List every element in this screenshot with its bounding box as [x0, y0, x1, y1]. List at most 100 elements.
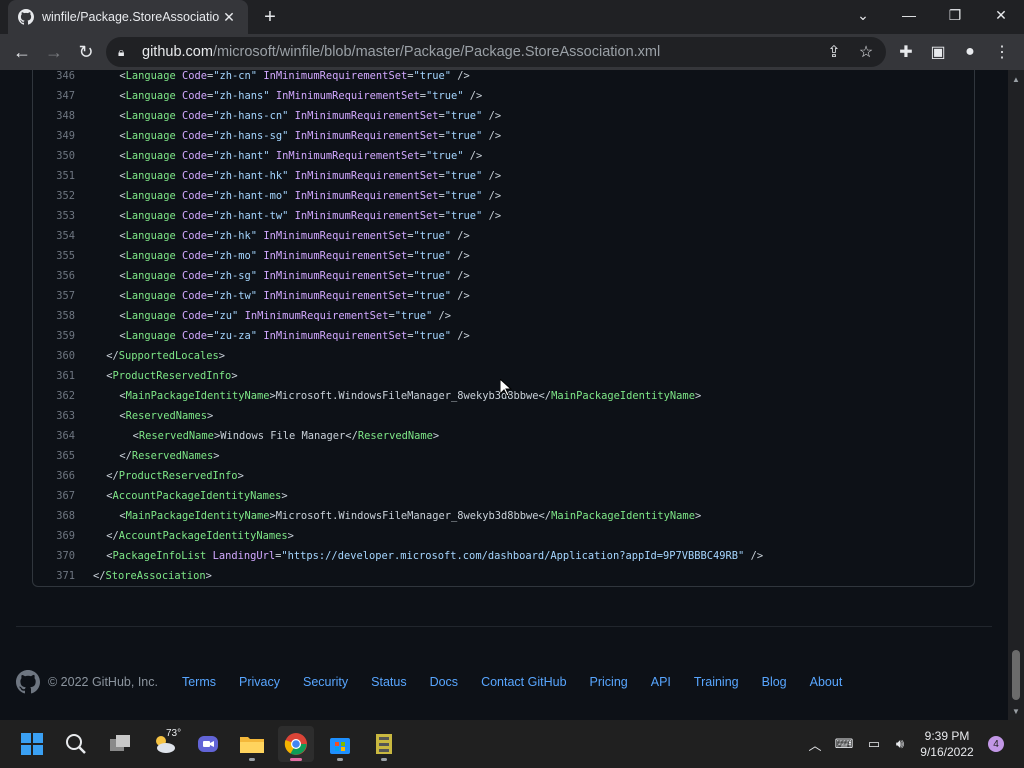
line-number[interactable]: 354 — [33, 230, 75, 242]
line-number[interactable]: 367 — [33, 490, 75, 502]
menu-kebab-icon[interactable]: ⋮ — [988, 38, 1016, 66]
line-number[interactable]: 362 — [33, 390, 75, 402]
line-number[interactable]: 350 — [33, 150, 75, 162]
code-token: "zh-cn" — [213, 70, 258, 82]
code-token: Code — [181, 190, 207, 202]
footer-link-blog[interactable]: Blog — [762, 675, 787, 689]
code-token: "zh-hant" — [213, 150, 270, 162]
scrollbar-thumb[interactable] — [1012, 650, 1020, 700]
line-number[interactable]: 347 — [33, 90, 75, 102]
line-number[interactable]: 351 — [33, 170, 75, 182]
footer-link-terms[interactable]: Terms — [182, 675, 216, 689]
new-tab-button[interactable]: + — [258, 5, 282, 29]
extensions-icon[interactable]: ✚ — [892, 38, 920, 66]
line-number[interactable]: 364 — [33, 430, 75, 442]
code-token: Language — [125, 130, 176, 142]
line-number[interactable]: 349 — [33, 130, 75, 142]
footer-link-pricing[interactable]: Pricing — [590, 675, 628, 689]
code-token: /> — [482, 110, 502, 122]
code-content: <ReservedNames> — [75, 410, 213, 422]
code-token: Language — [125, 250, 176, 262]
line-number[interactable]: 356 — [33, 270, 75, 282]
close-window-button[interactable]: ✕ — [978, 0, 1024, 30]
code-token: "true" — [444, 130, 483, 142]
line-number[interactable]: 368 — [33, 510, 75, 522]
volume-icon[interactable]: 🔊︎ — [888, 720, 912, 768]
code-line: 369 </AccountPackageIdentityNames> — [33, 526, 973, 546]
notification-badge[interactable]: 4 — [988, 736, 1004, 752]
chrome-icon[interactable] — [278, 726, 314, 762]
tab-search-icon[interactable]: ⌄ — [840, 0, 886, 30]
code-token: "zh-sg" — [213, 270, 258, 282]
start-icon[interactable] — [14, 726, 50, 762]
line-number[interactable]: 366 — [33, 470, 75, 482]
code-token: /> — [482, 130, 502, 142]
browser-tab[interactable]: winfile/Package.StoreAssociation ✕ — [8, 0, 248, 34]
line-number[interactable]: 359 — [33, 330, 75, 342]
github-icon — [18, 9, 34, 25]
code-token: > — [218, 350, 226, 362]
share-icon[interactable]: ⇪ — [820, 38, 848, 66]
scroll-up-arrow-icon[interactable]: ▲ — [1008, 72, 1024, 86]
windows-taskbar: 73° ︿ ⌨ ▭ 🔊︎ 9:39 PM 9/16/2022 4 — [0, 720, 1024, 768]
network-icon[interactable]: ▭ — [862, 720, 886, 768]
code-token: > — [205, 570, 212, 582]
address-bar[interactable]: 🔒︎ github.com/microsoft/winfile/blob/mas… — [106, 37, 886, 67]
teams-chat-icon[interactable] — [190, 726, 226, 762]
keyboard-icon[interactable]: ⌨ — [832, 720, 856, 768]
footer-link-docs[interactable]: Docs — [430, 675, 458, 689]
minimize-button[interactable]: — — [886, 0, 932, 30]
code-content: <Language Code="zh-hant-hk" InMinimumReq… — [75, 170, 501, 182]
task-view-icon[interactable] — [102, 726, 138, 762]
system-clock[interactable]: 9:39 PM 9/16/2022 — [912, 728, 982, 760]
code-line: 365 </ReservedNames> — [33, 446, 973, 466]
line-number[interactable]: 355 — [33, 250, 75, 262]
github-logo-icon[interactable] — [16, 670, 40, 694]
line-number[interactable]: 348 — [33, 110, 75, 122]
code-content: </ReservedNames> — [75, 450, 220, 462]
line-number[interactable]: 360 — [33, 350, 75, 362]
side-panel-icon[interactable]: ▣ — [924, 38, 952, 66]
code-content: <ProductReservedInfo> — [75, 370, 237, 382]
footer-link-status[interactable]: Status — [371, 675, 406, 689]
show-hidden-icons-chevron-icon[interactable]: ︿ — [804, 720, 826, 768]
bookmark-star-icon[interactable]: ☆ — [852, 38, 880, 66]
line-number[interactable]: 346 — [33, 70, 75, 82]
microsoft-store-icon[interactable] — [322, 726, 358, 762]
code-token: ProductReservedInfo — [118, 470, 238, 482]
footer-link-contact-github[interactable]: Contact GitHub — [481, 675, 566, 689]
lock-icon[interactable]: 🔒︎ — [118, 45, 134, 60]
code-content: </SupportedLocales> — [75, 350, 225, 362]
code-token: > — [213, 450, 220, 462]
file-explorer-icon[interactable] — [234, 726, 270, 762]
code-line: 348 <Language Code="zh-hans-cn" InMinimum… — [33, 106, 973, 126]
line-number[interactable]: 357 — [33, 290, 75, 302]
footer-link-about[interactable]: About — [810, 675, 843, 689]
forward-button[interactable]: → — [40, 38, 68, 66]
page-scrollbar[interactable]: ▲ ▼ — [1008, 70, 1024, 720]
line-number[interactable]: 369 — [33, 530, 75, 542]
code-content: </StoreAssociation> — [75, 570, 212, 582]
code-token: Language — [125, 230, 176, 242]
search-icon[interactable] — [58, 726, 94, 762]
reload-button[interactable]: ↻ — [72, 38, 100, 66]
line-number[interactable]: 363 — [33, 410, 75, 422]
footer-link-privacy[interactable]: Privacy — [239, 675, 280, 689]
line-number[interactable]: 365 — [33, 450, 75, 462]
line-number[interactable]: 361 — [33, 370, 75, 382]
footer-link-api[interactable]: API — [651, 675, 671, 689]
code-content: <PackageInfoList LandingUrl="https://dev… — [75, 550, 763, 562]
tab-close-icon[interactable]: ✕ — [220, 8, 238, 26]
line-number[interactable]: 353 — [33, 210, 75, 222]
line-number[interactable]: 371 — [33, 570, 75, 582]
restore-button[interactable]: ❐ — [932, 0, 978, 30]
line-number[interactable]: 358 — [33, 310, 75, 322]
scroll-down-arrow-icon[interactable]: ▼ — [1008, 704, 1024, 718]
footer-link-security[interactable]: Security — [303, 675, 348, 689]
line-number[interactable]: 352 — [33, 190, 75, 202]
footer-link-training[interactable]: Training — [694, 675, 739, 689]
line-number[interactable]: 370 — [33, 550, 75, 562]
back-button[interactable]: ← — [8, 38, 36, 66]
profile-icon[interactable]: ● — [956, 38, 984, 66]
winfile-app-icon[interactable] — [366, 726, 402, 762]
